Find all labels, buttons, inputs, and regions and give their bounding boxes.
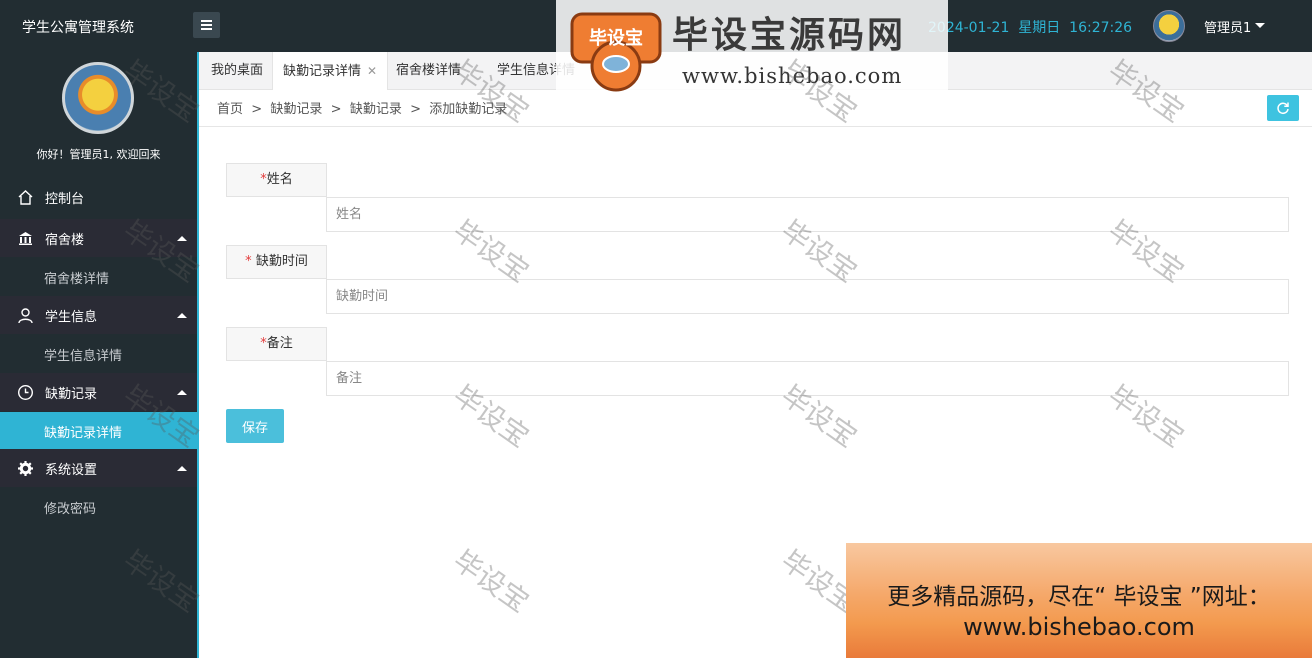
required-mark: *: [245, 254, 256, 269]
sidebar-item-label: 宿舍楼详情: [44, 271, 110, 287]
sidebar-item-settings[interactable]: 系统设置: [0, 449, 197, 487]
watermark-logo: 毕设宝 毕设宝源码网 www.bishebao.com: [556, 0, 948, 98]
sidebar-item-label: 缺勤记录详情: [44, 425, 123, 441]
breadcrumb: 首页 > 缺勤记录 > 缺勤记录 > 添加缺勤记录: [217, 102, 508, 117]
clock-icon: [17, 384, 34, 401]
sidebar-item-absence-detail[interactable]: 缺勤记录详情: [0, 412, 197, 450]
sidebar-item-label: 学生信息详情: [44, 348, 123, 364]
sidebar-item-label: 控制台: [45, 191, 85, 207]
sidebar-item-dormitory[interactable]: 宿舍楼: [0, 219, 197, 257]
absence-time-input[interactable]: [326, 279, 1289, 314]
label-text: 备注: [266, 336, 293, 351]
logo-url: www.bishebao.com: [682, 64, 903, 88]
tab-label: 缺勤记录详情: [283, 64, 362, 79]
app-title: 学生公寓管理系统: [22, 20, 134, 36]
caret-up-icon: [177, 313, 187, 318]
name-input[interactable]: [326, 197, 1289, 232]
user-icon: [18, 308, 33, 324]
sidebar-item-dashboard[interactable]: 控制台: [0, 178, 197, 216]
logo-badge-icon: 毕设宝: [570, 12, 662, 92]
user-name[interactable]: 管理员1: [1204, 17, 1251, 36]
home-icon: [18, 190, 33, 205]
sidebar-item-student-detail[interactable]: 学生信息详情: [0, 335, 197, 373]
tab-absence-detail[interactable]: 缺勤记录详情 ✕: [272, 52, 389, 90]
refresh-icon: [1277, 102, 1289, 115]
tab-label: 我的桌面: [211, 63, 264, 78]
sidebar-item-label: 系统设置: [45, 462, 98, 478]
sidebar-item-label: 修改密码: [44, 501, 97, 517]
welcome-text: 你好！管理员1, 欢迎回来: [36, 148, 161, 161]
sidebar-item-label: 学生信息: [45, 309, 98, 325]
close-icon[interactable]: ✕: [367, 64, 377, 78]
tab-dormitory-detail[interactable]: 宿舍楼详情: [386, 52, 471, 90]
tab-label: 宿舍楼详情: [396, 63, 462, 78]
caret-up-icon: [177, 466, 187, 471]
caret-down-icon[interactable]: [1255, 23, 1265, 28]
ad-banner: 更多精品源码，尽在“ 毕设宝 ”网址： www.bishebao.com: [846, 543, 1312, 658]
label-text: 缺勤时间: [255, 254, 308, 269]
name-label: *姓名: [226, 163, 327, 197]
refresh-button[interactable]: [1267, 95, 1299, 121]
sidebar-item-label: 缺勤记录: [45, 386, 98, 402]
profile-avatar: [62, 62, 134, 134]
menu-toggle-icon[interactable]: [193, 12, 220, 38]
bank-icon: [19, 232, 32, 245]
logo-title: 毕设宝源码网: [672, 15, 907, 56]
sidebar-item-dormitory-detail[interactable]: 宿舍楼详情: [0, 258, 197, 296]
remark-label: *备注: [226, 327, 327, 361]
caret-up-icon: [177, 390, 187, 395]
sidebar-item-label: 宿舍楼: [45, 232, 85, 248]
sidebar: 你好！管理员1, 欢迎回来 控制台 宿舍楼 宿舍楼详情 学生信息 学生信息详情 …: [0, 52, 197, 658]
divider: [199, 126, 1312, 127]
sidebar-item-absence[interactable]: 缺勤记录: [0, 373, 197, 411]
sidebar-item-student-info[interactable]: 学生信息: [0, 296, 197, 334]
absence-time-label: * 缺勤时间: [226, 245, 327, 279]
logo-badge-text: 毕设宝: [589, 27, 643, 49]
sidebar-item-change-password[interactable]: 修改密码: [0, 488, 197, 526]
tab-desktop[interactable]: 我的桌面: [201, 52, 273, 90]
caret-up-icon: [177, 236, 187, 241]
ad-text: 更多精品源码，尽在“ 毕设宝 ”网址：: [887, 584, 1271, 610]
remark-input[interactable]: [326, 361, 1289, 396]
user-avatar[interactable]: [1153, 10, 1185, 42]
gear-icon: [18, 461, 33, 476]
header-datetime: 2024-01-21 星期日 16:27:26: [928, 20, 1133, 36]
save-button[interactable]: 保存: [226, 409, 284, 443]
label-text: 姓名: [266, 172, 293, 187]
ad-url: www.bishebao.com: [963, 613, 1195, 641]
